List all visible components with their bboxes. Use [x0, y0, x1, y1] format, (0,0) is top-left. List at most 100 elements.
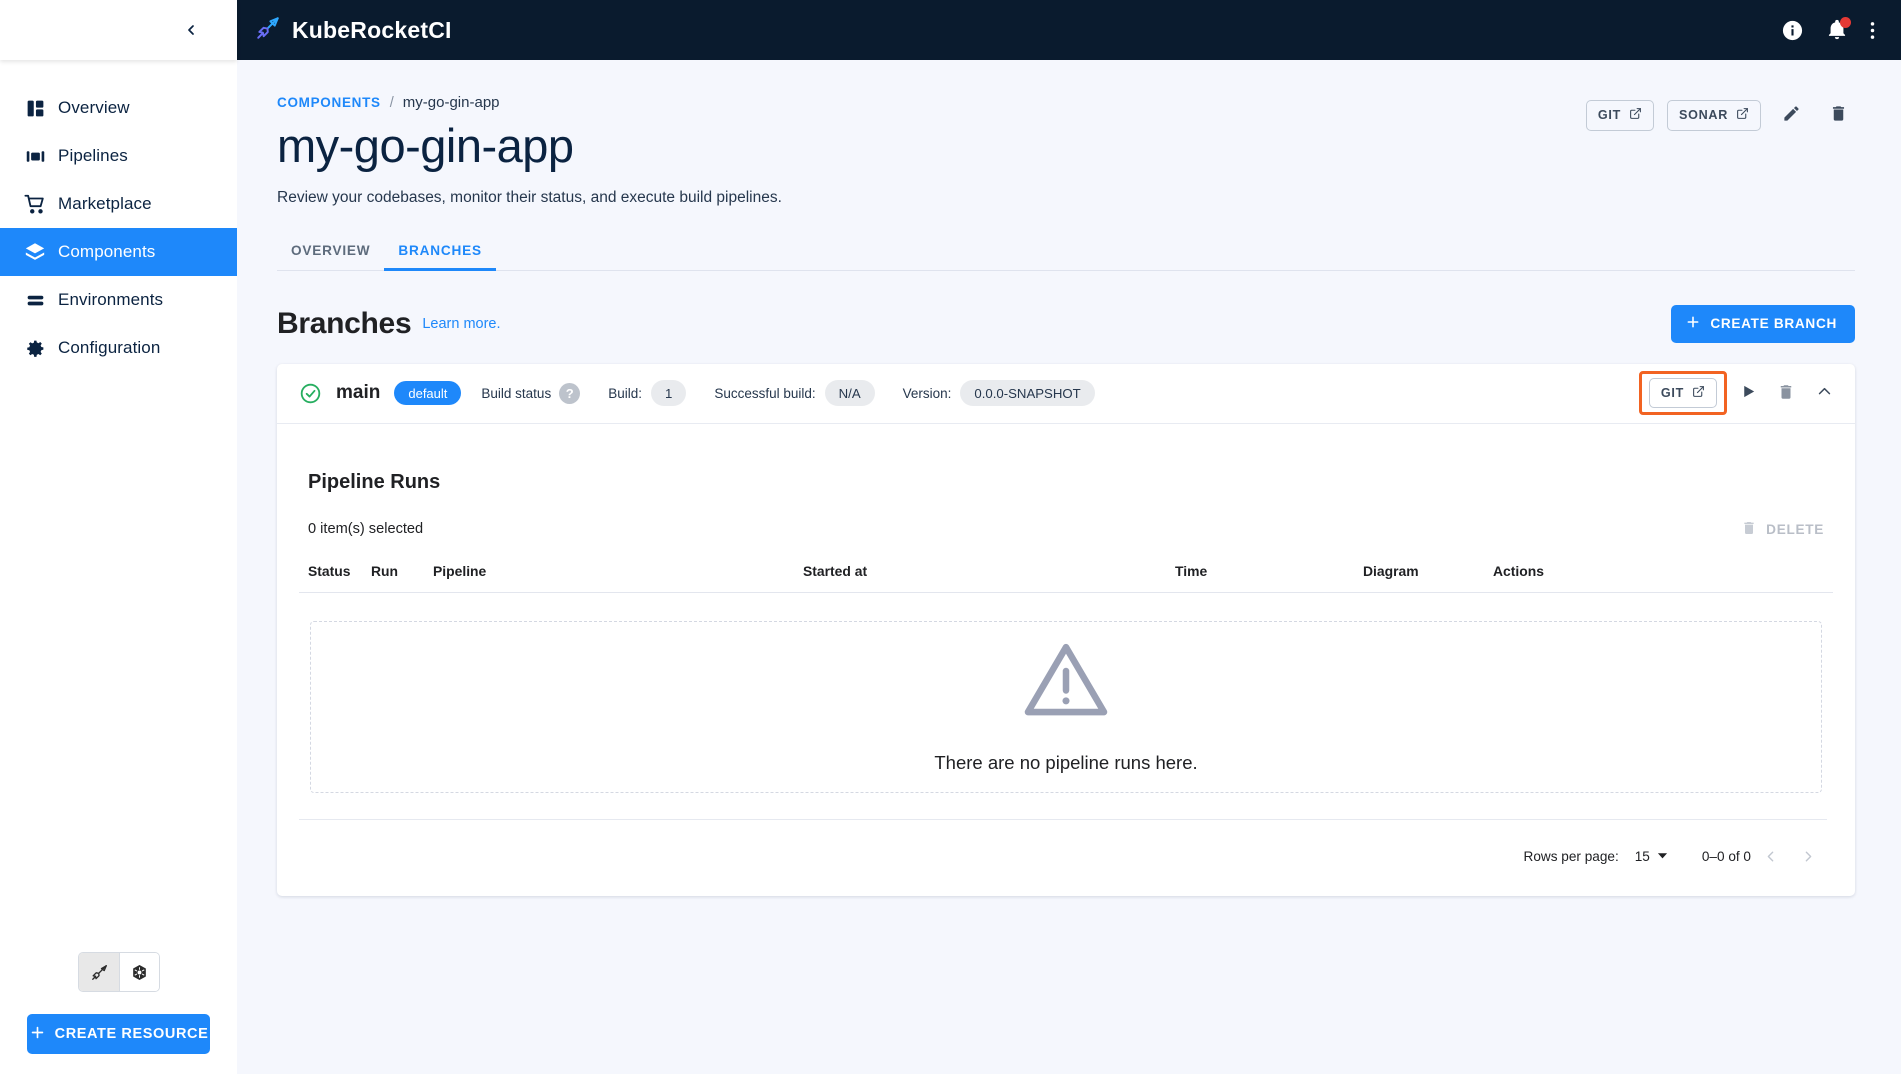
delete-label: DELETE — [1766, 521, 1824, 537]
empty-state-text: There are no pipeline runs here. — [934, 752, 1198, 774]
create-resource-button[interactable]: CREATE RESOURCE — [27, 1014, 210, 1054]
external-link-icon — [1692, 385, 1705, 401]
branch-row-main[interactable]: main default Build status ? Build: 1 Suc… — [277, 364, 1855, 424]
sidebar-item-environments[interactable]: Environments — [0, 276, 237, 324]
pipeline-runs-table: Status Run Pipeline Started at Time Diag… — [299, 552, 1833, 593]
plus-icon — [1685, 314, 1701, 333]
pipeline-runs-panel: Pipeline Runs 0 item(s) selected DELETE — [277, 424, 1855, 896]
page-content: COMPONENTS / my-go-gin-app my-go-gin-app… — [237, 60, 1901, 1074]
column-status: Status — [299, 552, 371, 593]
brand[interactable]: KubeRocketCI — [255, 15, 452, 46]
column-actions: Actions — [1493, 552, 1833, 593]
git-label: GIT — [1660, 386, 1684, 401]
sidebar-item-overview[interactable]: Overview — [0, 84, 237, 132]
play-icon — [1740, 383, 1757, 403]
kuberocket-rocket-icon[interactable] — [79, 953, 119, 991]
topbar: KubeRocketCI — [237, 0, 1901, 60]
sidebar-item-marketplace[interactable]: Marketplace — [0, 180, 237, 228]
main-area: KubeRocketCI COMPONENTS / my-go-gin-app … — [237, 0, 1901, 1074]
breadcrumb-components-link[interactable]: COMPONENTS — [277, 95, 381, 110]
successful-build-value: N/A — [824, 380, 875, 407]
pagination-prev-button[interactable] — [1751, 838, 1789, 876]
sidebar-item-configuration[interactable]: Configuration — [0, 324, 237, 372]
sonar-label: SONAR — [1679, 108, 1728, 122]
branches-section-header: Branches Learn more. CREATE BRANCH — [277, 304, 1855, 343]
dashboard-icon — [12, 98, 58, 119]
sidebar-item-label: Marketplace — [58, 194, 152, 213]
branch-git-button[interactable]: GIT — [1648, 378, 1717, 409]
pagination-next-button[interactable] — [1789, 838, 1827, 876]
trash-icon — [1777, 383, 1795, 404]
check-circle-icon — [299, 382, 322, 405]
kubernetes-helm-icon[interactable] — [119, 953, 159, 991]
build-label: Build: — [608, 385, 642, 401]
pencil-icon — [1782, 104, 1801, 126]
selection-toolbar: 0 item(s) selected DELETE — [299, 520, 1833, 539]
selected-count: 0 item(s) selected — [308, 521, 424, 538]
sidebar: Overview Pipelines Marketplace Component… — [0, 0, 237, 1074]
sidebar-item-label: Pipelines — [58, 146, 128, 165]
kebab-menu-icon[interactable] — [1870, 20, 1875, 41]
sidebar-footer: CREATE RESOURCE — [0, 952, 237, 1074]
sidebar-item-pipelines[interactable]: Pipelines — [0, 132, 237, 180]
column-pipeline: Pipeline — [433, 552, 803, 593]
external-link-icon — [1629, 107, 1642, 123]
version-label: Version: — [902, 385, 952, 401]
pagination: Rows per page: 15 0–0 of 0 — [299, 818, 1827, 876]
sidebar-item-label: Environments — [58, 290, 164, 309]
learn-more-link[interactable]: Learn more. — [422, 316, 500, 332]
sidebar-item-label: Overview — [58, 98, 130, 117]
header-actions: GIT SONAR — [1585, 98, 1855, 132]
help-icon[interactable]: ? — [559, 382, 581, 404]
tab-branches[interactable]: BRANCHES — [384, 243, 497, 271]
pipelines-icon — [12, 146, 58, 167]
column-run: Run — [371, 552, 433, 593]
create-resource-label: CREATE RESOURCE — [54, 1026, 209, 1042]
bell-icon[interactable] — [1826, 17, 1851, 41]
branches-title: Branches — [277, 306, 412, 340]
gear-icon — [12, 338, 58, 359]
pipeline-runs-title: Pipeline Runs — [308, 470, 441, 493]
delete-runs-button[interactable]: DELETE — [1741, 520, 1824, 539]
collapse-branch-button[interactable] — [1807, 376, 1841, 410]
pagination-range: 0–0 of 0 — [1701, 849, 1751, 865]
run-build-button[interactable] — [1731, 376, 1765, 410]
edit-component-button[interactable] — [1774, 98, 1808, 132]
create-branch-label: CREATE BRANCH — [1710, 316, 1837, 332]
git-label: GIT — [1597, 108, 1622, 122]
build-value: 1 — [650, 380, 687, 407]
git-link-button[interactable]: GIT — [1585, 99, 1655, 131]
chevron-up-icon — [1816, 383, 1833, 403]
sidebar-item-components[interactable]: Components — [0, 228, 237, 276]
trash-icon — [1829, 104, 1848, 126]
rows-per-page-select[interactable]: 15 — [1635, 849, 1668, 864]
table-header-row: Status Run Pipeline Started at Time Diag… — [299, 552, 1833, 593]
delete-branch-button[interactable] — [1769, 376, 1803, 410]
sidebar-header — [0, 0, 237, 60]
version-meta: Version: 0.0.0-SNAPSHOT — [902, 380, 1095, 407]
cart-icon — [12, 193, 58, 215]
column-diagram: Diagram — [1363, 552, 1493, 593]
trash-icon — [1741, 520, 1757, 539]
create-branch-button[interactable]: CREATE BRANCH — [1671, 304, 1855, 343]
breadcrumb-separator: / — [389, 94, 394, 111]
rocket-logo-icon — [255, 15, 281, 46]
delete-component-button[interactable] — [1821, 98, 1855, 132]
build-status-label: Build status — [481, 385, 552, 401]
view-toggle-group — [78, 952, 160, 992]
layers-icon — [12, 241, 58, 263]
column-time: Time — [1175, 552, 1363, 593]
version-value: 0.0.0-SNAPSHOT — [960, 380, 1095, 407]
stack-lines-icon — [12, 290, 58, 311]
tab-overview[interactable]: OVERVIEW — [277, 243, 384, 270]
successful-build-label: Successful build: — [714, 385, 816, 401]
successful-build-meta: Successful build: N/A — [714, 380, 875, 407]
breadcrumb-current: my-go-gin-app — [402, 94, 500, 111]
chevron-left-icon[interactable] — [177, 16, 205, 44]
sidebar-item-label: Configuration — [58, 338, 161, 357]
branch-row-actions: GIT — [1638, 371, 1841, 416]
sonar-link-button[interactable]: SONAR — [1667, 99, 1761, 131]
rows-per-page-value: 15 — [1634, 849, 1650, 865]
caret-down-icon — [1657, 849, 1668, 864]
info-icon[interactable] — [1781, 19, 1804, 42]
